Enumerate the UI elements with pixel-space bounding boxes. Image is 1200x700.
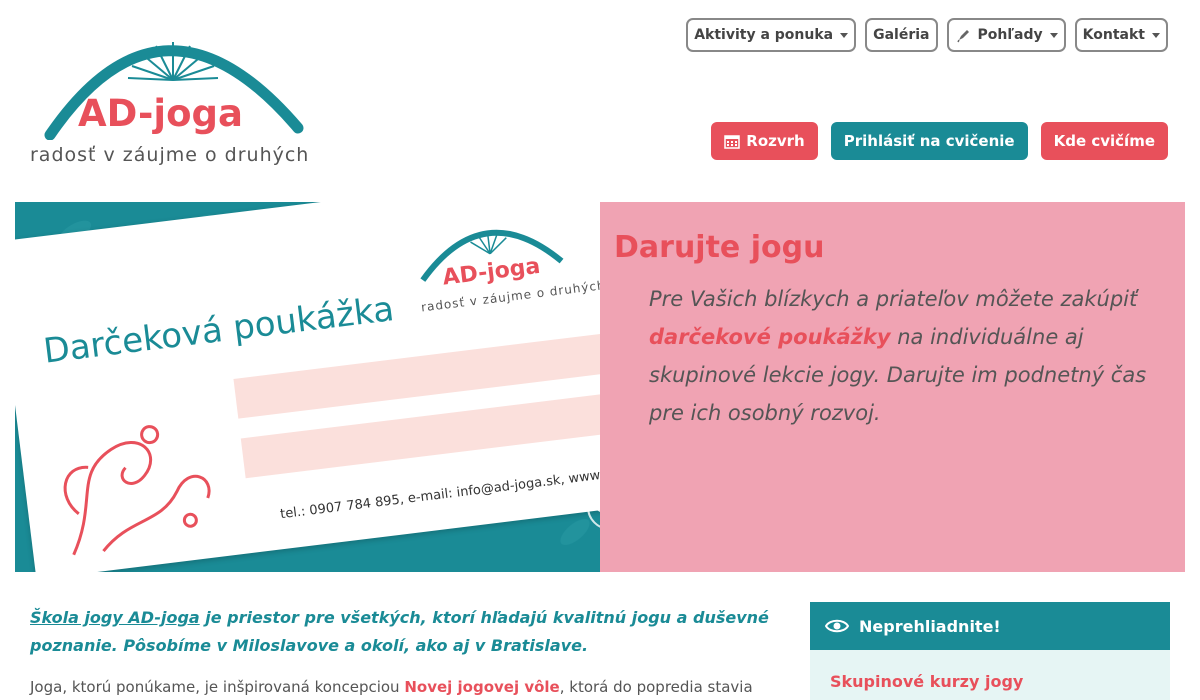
logo-name: AD-joga <box>78 92 243 135</box>
banner-title: Darujte jogu <box>614 230 825 265</box>
banner-text: Pre Vašich blízkych a priateľov môžete z… <box>649 287 1138 311</box>
caret-down-icon <box>1049 32 1058 38</box>
sidebar-panel: Neprehliadnite! Skupinové kurzy jogy <box>810 602 1170 700</box>
banner-paragraph: Pre Vašich blízkych a priateľov môžete z… <box>649 280 1149 432</box>
lotus-badge-icon <box>587 486 600 528</box>
nav-views-label: Pohľady <box>977 27 1043 43</box>
caret-down-icon <box>840 32 849 38</box>
locations-label: Kde cvičíme <box>1053 132 1155 150</box>
body-text-part: , ktorá do popredia stavia <box>559 678 753 696</box>
nav-views-button[interactable]: Pohľady <box>946 18 1066 52</box>
sidebar-heading: Neprehliadnite! <box>810 602 1170 650</box>
schedule-button[interactable]: Rozvrh <box>711 122 818 160</box>
main-nav: Aktivity a ponuka Galéria Pohľady Kontak… <box>686 18 1168 52</box>
signup-button[interactable]: Prihlásiť na cvičenie <box>830 122 1028 160</box>
sidebar-body: Skupinové kurzy jogy <box>810 650 1170 700</box>
pen-icon <box>955 26 973 44</box>
schedule-label: Rozvrh <box>746 132 805 150</box>
nav-activities-button[interactable]: Aktivity a ponuka <box>686 18 857 52</box>
flourish-icon <box>63 425 211 556</box>
sidebar-heading-label: Neprehliadnite! <box>859 616 1001 636</box>
group-courses-link[interactable]: Skupinové kurzy jogy <box>830 672 1023 691</box>
voucher-contact: tel.: 0907 784 895, e-mail: info@ad-joga… <box>279 460 600 523</box>
school-link[interactable]: Škola jogy AD-joga <box>30 608 200 627</box>
caret-down-icon <box>1152 32 1160 38</box>
main-content: Škola jogy AD-joga je priestor pre všetk… <box>30 604 790 696</box>
intro-text: Škola jogy AD-joga je priestor pre všetk… <box>30 604 790 660</box>
voucher-highlight-link[interactable]: darčekové poukážky <box>649 325 891 349</box>
hero-banner[interactable]: Darčeková poukážka AD-joga radosť v záuj… <box>15 202 1185 572</box>
eye-icon <box>825 619 849 633</box>
voucher-title: Darčeková poukážka <box>41 289 397 372</box>
locations-button[interactable]: Kde cvičíme <box>1040 122 1168 160</box>
gift-voucher: Darčeková poukážka AD-joga radosť v záuj… <box>15 202 600 572</box>
signup-label: Prihlásiť na cvičenie <box>843 132 1015 150</box>
body-text-part: Joga, ktorú ponúkame, je inšpirovaná kon… <box>30 678 405 696</box>
logo-tagline: radosť v záujme o druhých <box>30 144 310 166</box>
nav-activities-label: Aktivity a ponuka <box>694 27 834 43</box>
nav-contact-button[interactable]: Kontakt <box>1074 18 1168 52</box>
gift-voucher-image: Darčeková poukážka AD-joga radosť v záuj… <box>15 202 600 572</box>
nav-gallery-label: Galéria <box>873 27 930 43</box>
site-logo[interactable]: AD-joga radosť v záujme o druhých <box>28 10 328 170</box>
body-text: Joga, ktorú ponúkame, je inšpirovaná kon… <box>30 678 790 696</box>
nav-contact-label: Kontakt <box>1082 27 1145 43</box>
banner-text-panel: Darujte jogu Pre Vašich blízkych a priat… <box>600 202 1185 572</box>
calendar-icon <box>724 135 741 149</box>
action-buttons: Rozvrh Prihlásiť na cvičenie Kde cvičíme <box>711 122 1168 160</box>
new-yoga-will-link[interactable]: Novej jogovej vôle <box>404 678 559 696</box>
nav-gallery-button[interactable]: Galéria <box>865 18 938 52</box>
